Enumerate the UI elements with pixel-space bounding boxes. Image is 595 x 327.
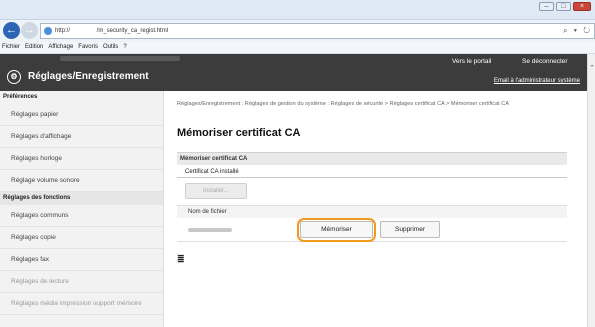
file-name-redacted	[188, 228, 232, 232]
panel-title: Mémoriser certificat CA	[177, 152, 567, 165]
menu-file[interactable]: Fichier	[2, 42, 20, 53]
delete-button[interactable]: Supprimer	[380, 221, 440, 238]
menu-tools[interactable]: Outils	[103, 42, 118, 53]
device-name-redacted	[60, 56, 180, 61]
back-to-top-icon[interactable]: ≣	[177, 254, 185, 265]
sidebar-item-fax[interactable]: Réglages fax	[0, 249, 163, 271]
back-arrow-icon[interactable]: ←	[3, 22, 20, 39]
breadcrumb: Réglages/Enregistrement : Réglages de ge…	[177, 101, 510, 107]
sidebar-item-clock[interactable]: Réglages horloge	[0, 148, 163, 170]
menu-favorites[interactable]: Favoris	[78, 42, 98, 53]
window-controls: – □ ×	[539, 2, 591, 11]
email-admin-link[interactable]: Email à l'administrateur système	[494, 78, 580, 84]
vertical-scrollbar[interactable]: ⌃	[587, 54, 595, 327]
sidebar-heading-functions: Réglages des fonctions	[0, 192, 163, 205]
app-header: ⚙ Réglages/Enregistrement Vers le portai…	[0, 54, 587, 91]
maximize-icon[interactable]: □	[556, 2, 571, 11]
menu-view[interactable]: Affichage	[48, 42, 73, 53]
main-content: Réglages/Enregistrement : Réglages de ge…	[177, 91, 577, 327]
menu-edit[interactable]: Edition	[25, 42, 43, 53]
divider	[177, 177, 567, 178]
sidebar-item-common[interactable]: Réglages communs	[0, 205, 163, 227]
url-text: http:// /m_security_ca_regist.html	[55, 28, 169, 34]
portal-link[interactable]: Vers le portail	[452, 58, 491, 65]
url-field[interactable]: http:// /m_security_ca_regist.html ⌕ ▾ ↻	[40, 23, 595, 39]
browser-menubar: Fichier Edition Affichage Favoris Outils…	[0, 42, 595, 54]
logout-link[interactable]: Se déconnecter	[522, 58, 568, 65]
browser-icon	[44, 27, 52, 35]
sidebar-heading-preferences: Préférences	[3, 94, 38, 100]
sidebar-item-display[interactable]: Réglages d'affichage	[0, 126, 163, 148]
table-row: Mémoriser Supprimer	[177, 218, 567, 242]
sidebar-item-copy[interactable]: Réglages copie	[0, 227, 163, 249]
installed-certificate-label: Certificat CA installé	[185, 169, 239, 175]
sidebar-item-media-print[interactable]: Réglages média impression support mémoir…	[0, 293, 163, 315]
page-title: Mémoriser certificat CA	[177, 127, 301, 139]
settings-logo-icon: ⚙	[7, 70, 21, 84]
forward-arrow-icon[interactable]: →	[21, 22, 38, 39]
window-titlebar: – □ ×	[0, 0, 595, 20]
sidebar-item-scan[interactable]: Réglages de lecture	[0, 271, 163, 293]
install-button[interactable]: Installer...	[185, 183, 247, 199]
minimize-icon[interactable]: –	[539, 2, 554, 11]
sidebar: Préférences Réglages papier Réglages d'a…	[0, 91, 164, 327]
sidebar-item-paper[interactable]: Réglages papier	[0, 104, 163, 126]
close-icon[interactable]: ×	[573, 2, 591, 11]
store-button[interactable]: Mémoriser	[300, 221, 373, 238]
address-bar: ← → http:// /m_security_ca_regist.html ⌕…	[0, 20, 595, 42]
sidebar-item-volume[interactable]: Réglage volume sonore	[0, 170, 163, 192]
scroll-up-icon[interactable]: ⌃	[588, 64, 595, 72]
app-title: Réglages/Enregistrement	[28, 71, 149, 82]
menu-help[interactable]: ?	[123, 42, 126, 53]
file-name-header: Nom de fichier	[177, 205, 567, 218]
url-tools[interactable]: ⌕ ▾ ↻	[563, 24, 592, 38]
